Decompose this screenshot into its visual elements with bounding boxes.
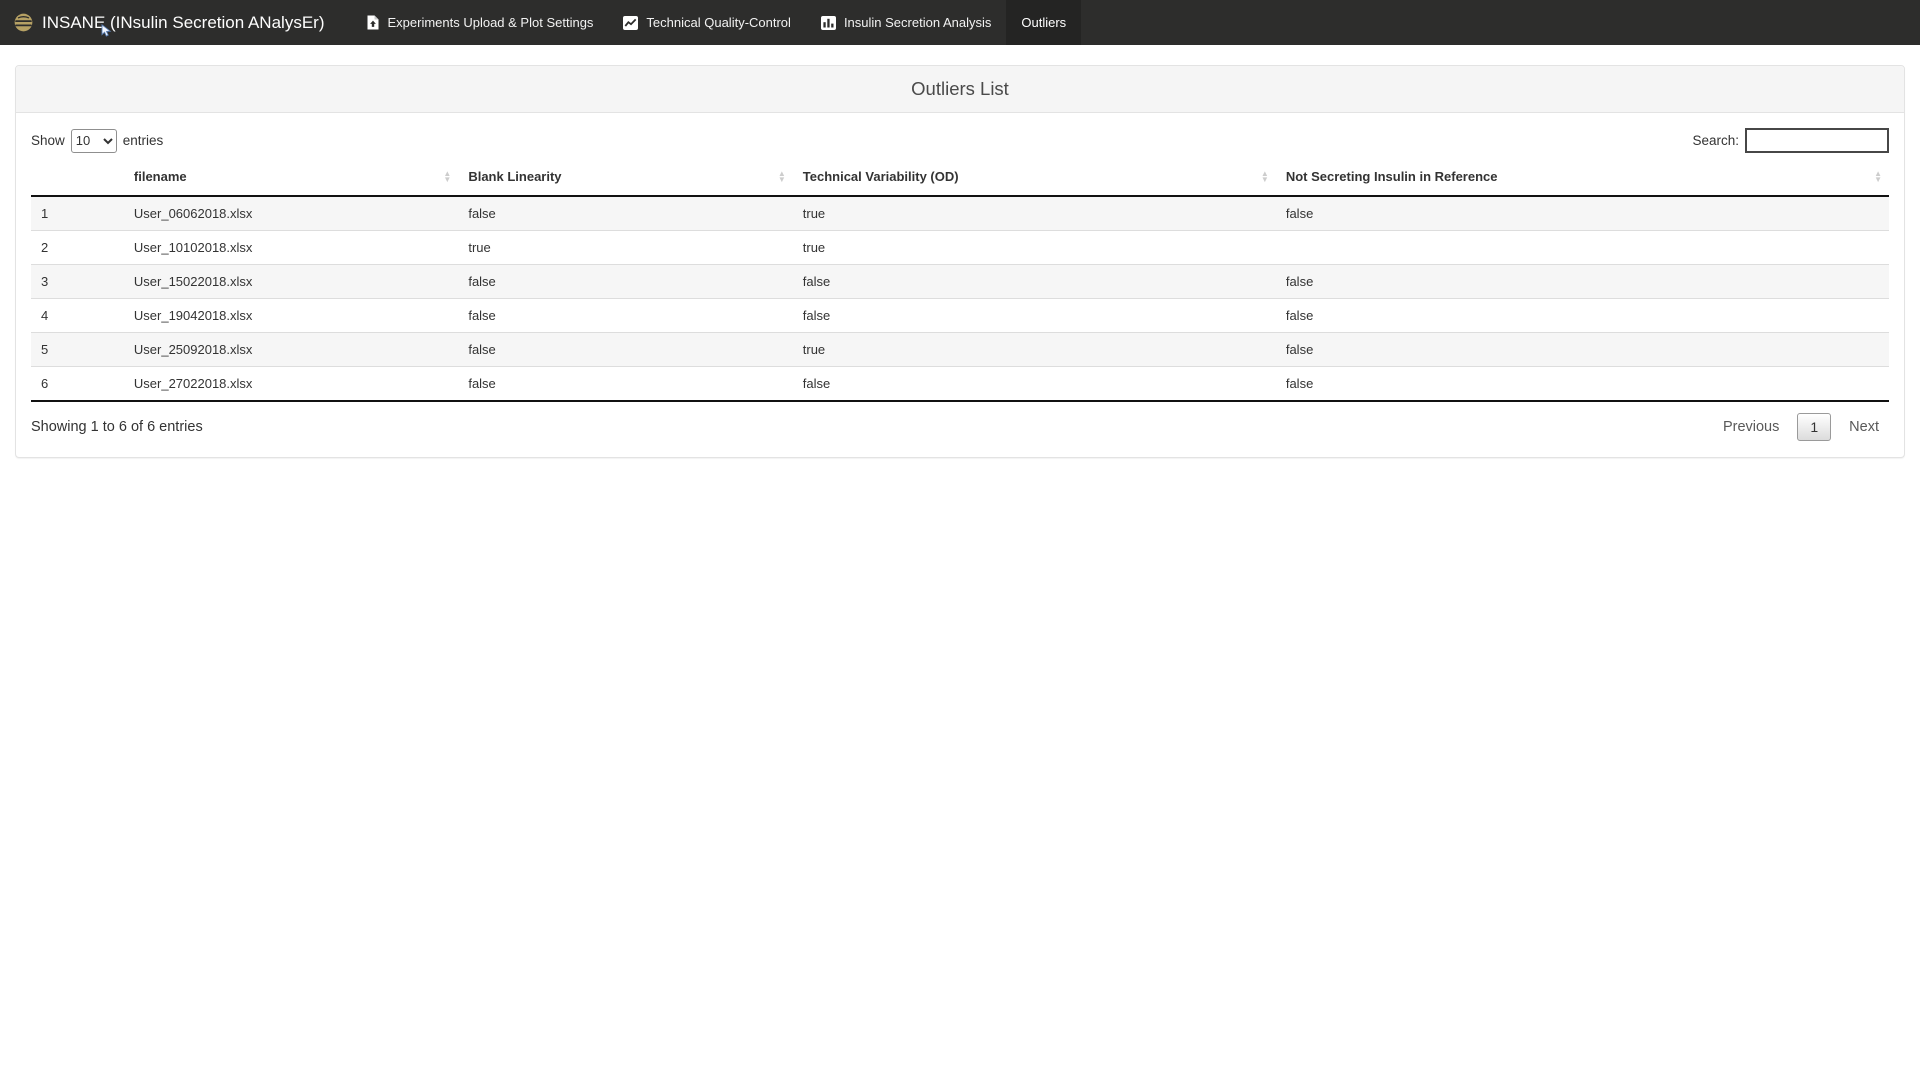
app-brand[interactable]: INSANE (INsulin Secretion ANalysEr) (0, 0, 340, 45)
column-header-blank-linearity[interactable]: Blank Linearity ▲▼ (458, 158, 792, 196)
cell-rownum: 6 (31, 367, 124, 402)
sort-icon: ▲▼ (443, 171, 451, 183)
table-row: 5 User_25092018.xlsx false true false (31, 333, 1889, 367)
cell-rownum: 5 (31, 333, 124, 367)
cell-filename: User_06062018.xlsx (124, 196, 458, 231)
table-footer: Showing 1 to 6 of 6 entries Previous 1 N… (31, 413, 1889, 441)
cell-not-secreting: false (1276, 333, 1889, 367)
cell-not-secreting (1276, 231, 1889, 265)
table-row: 2 User_10102018.xlsx true true (31, 231, 1889, 265)
table-row: 4 User_19042018.xlsx false false false (31, 299, 1889, 333)
tab-insulin-secretion-analysis[interactable]: Insulin Secretion Analysis (806, 0, 1006, 45)
tab-label: Experiments Upload & Plot Settings (387, 15, 593, 30)
line-chart-icon (623, 16, 638, 30)
entries-label: entries (123, 133, 164, 148)
tab-label: Technical Quality-Control (646, 15, 791, 30)
cell-technical-variability: false (793, 367, 1276, 402)
search-input[interactable] (1745, 128, 1889, 153)
cell-rownum: 3 (31, 265, 124, 299)
main-content: Outliers List Show 10 entries Search: (0, 45, 1920, 458)
cell-filename: User_25092018.xlsx (124, 333, 458, 367)
page-title: Outliers List (911, 78, 1009, 99)
cell-blank-linearity: false (458, 196, 792, 231)
cell-not-secreting: false (1276, 367, 1889, 402)
table-header-row: filename ▲▼ Blank Linearity ▲▼ Technical… (31, 158, 1889, 196)
cell-technical-variability: true (793, 196, 1276, 231)
page-length-select[interactable]: 10 (71, 129, 117, 153)
tab-label: Insulin Secretion Analysis (844, 15, 991, 30)
column-header-label: Technical Variability (OD) (803, 169, 959, 184)
cell-technical-variability: false (793, 265, 1276, 299)
cell-technical-variability: false (793, 299, 1276, 333)
column-header-label: Blank Linearity (468, 169, 561, 184)
cell-blank-linearity: false (458, 333, 792, 367)
cell-not-secreting: false (1276, 299, 1889, 333)
cell-technical-variability: true (793, 333, 1276, 367)
panel-heading: Outliers List (16, 66, 1904, 113)
cell-not-secreting: false (1276, 196, 1889, 231)
app-title: INSANE (INsulin Secretion ANalysEr) (42, 13, 324, 33)
table-row: 6 User_27022018.xlsx false false false (31, 367, 1889, 402)
sort-icon: ▲▼ (1874, 171, 1882, 183)
column-header-label: filename (134, 169, 187, 184)
table-info: Showing 1 to 6 of 6 entries (31, 419, 203, 435)
cell-rownum: 1 (31, 196, 124, 231)
search-control: Search: (1692, 128, 1889, 153)
column-header-not-secreting[interactable]: Not Secreting Insulin in Reference ▲▼ (1276, 158, 1889, 196)
next-page-button[interactable]: Next (1839, 413, 1889, 441)
tab-experiments-upload[interactable]: Experiments Upload & Plot Settings (352, 0, 608, 45)
previous-page-button[interactable]: Previous (1713, 413, 1789, 441)
sort-icon: ▲▼ (1261, 171, 1269, 183)
column-header-rownum[interactable] (31, 158, 124, 196)
navbar-tabs: Experiments Upload & Plot Settings Techn… (352, 0, 1081, 45)
table-controls: Show 10 entries Search: (31, 128, 1889, 153)
show-label: Show (31, 133, 65, 148)
cell-filename: User_19042018.xlsx (124, 299, 458, 333)
navbar: INSANE (INsulin Secretion ANalysEr) Expe… (0, 0, 1920, 45)
column-header-label: Not Secreting Insulin in Reference (1286, 169, 1498, 184)
page-length-control: Show 10 entries (31, 129, 163, 153)
cell-blank-linearity: false (458, 367, 792, 402)
sort-icon: ▲▼ (778, 171, 786, 183)
tab-outliers[interactable]: Outliers (1006, 0, 1081, 45)
cell-filename: User_10102018.xlsx (124, 231, 458, 265)
panel-body: Show 10 entries Search: (16, 113, 1904, 457)
search-label: Search: (1692, 133, 1739, 148)
cell-blank-linearity: false (458, 299, 792, 333)
cell-not-secreting: false (1276, 265, 1889, 299)
cell-rownum: 4 (31, 299, 124, 333)
table-row: 3 User_15022018.xlsx false false false (31, 265, 1889, 299)
column-header-filename[interactable]: filename ▲▼ (124, 158, 458, 196)
cell-technical-variability: true (793, 231, 1276, 265)
bar-chart-icon (821, 16, 836, 30)
outliers-panel: Outliers List Show 10 entries Search: (15, 65, 1905, 458)
cell-rownum: 2 (31, 231, 124, 265)
outliers-table: filename ▲▼ Blank Linearity ▲▼ Technical… (31, 158, 1889, 402)
pagination: Previous 1 Next (1713, 413, 1889, 441)
column-header-technical-variability[interactable]: Technical Variability (OD) ▲▼ (793, 158, 1276, 196)
table-row: 1 User_06062018.xlsx false true false (31, 196, 1889, 231)
cell-filename: User_27022018.xlsx (124, 367, 458, 402)
tab-technical-quality-control[interactable]: Technical Quality-Control (608, 0, 806, 45)
page-1-button[interactable]: 1 (1797, 413, 1831, 441)
file-upload-icon (367, 15, 379, 30)
pancakes-icon (14, 13, 33, 32)
tab-label: Outliers (1021, 15, 1066, 30)
cell-blank-linearity: false (458, 265, 792, 299)
cell-filename: User_15022018.xlsx (124, 265, 458, 299)
mouse-cursor-icon (101, 24, 112, 42)
cell-blank-linearity: true (458, 231, 792, 265)
